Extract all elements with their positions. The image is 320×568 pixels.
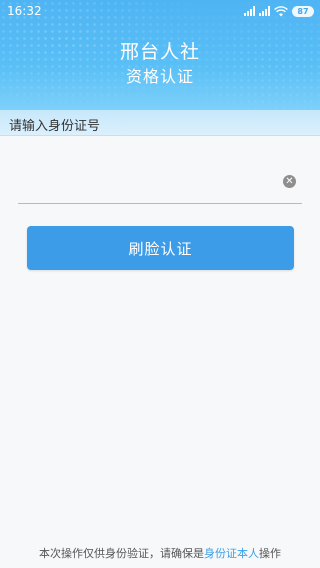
footer-text-before: 本次操作仅供身份验证，请确保是 [39,547,204,560]
id-section-label: 请输入身份证号 [0,110,320,136]
title-block: 邢台人社 资格认证 [0,40,320,88]
wifi-icon [274,5,288,16]
face-auth-button[interactable]: 刷脸认证 [27,226,294,270]
signal-icon [244,6,255,16]
clear-icon[interactable]: ✕ [283,175,296,188]
status-time: 16:32 [7,4,42,18]
battery-icon: 87 [292,5,314,17]
app-title: 邢台人社 [119,41,200,63]
footer-text-after: 操作 [259,547,281,560]
footer-note: 本次操作仅供身份验证，请确保是身份证本人操作 [0,545,320,561]
status-icons: 87 [244,4,314,18]
id-section-label-text: 请输入身份证号 [9,119,101,134]
signal-icon [259,6,270,16]
status-bar: 16:32 87 [0,0,320,22]
id-number-input[interactable] [18,172,268,198]
id-input-row: ✕ [18,164,302,204]
footer-highlight: 身份证本人 [204,547,259,560]
app-subtitle: 资格认证 [125,67,194,86]
header-banner: 16:32 87 邢台人社 资格认证 [0,0,320,110]
